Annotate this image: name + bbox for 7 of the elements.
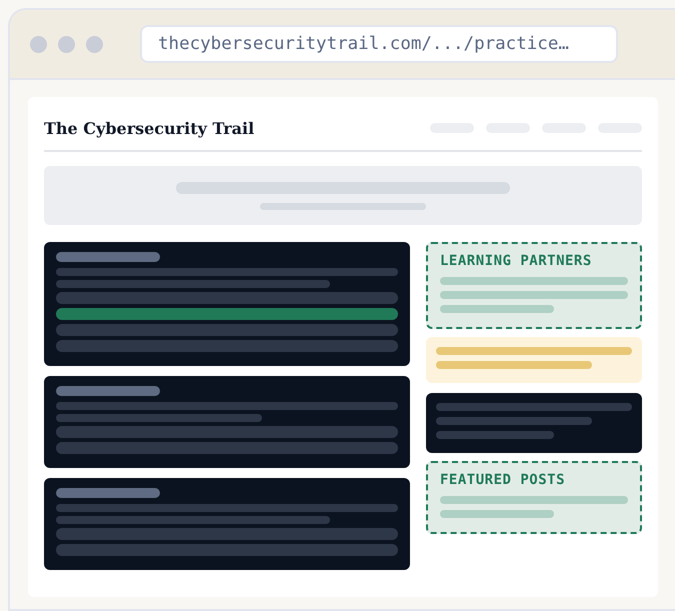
- address-bar[interactable]: thecybersecuritytrail.com/.../practice…: [140, 25, 618, 63]
- section-heading: FEATURED POSTS: [440, 472, 566, 488]
- window-dot-icon[interactable]: [58, 36, 75, 52]
- site-title: The Cybersecurity Trail: [44, 119, 254, 138]
- section-heading: LEARNING PARTNERS: [440, 253, 593, 269]
- window-dot-icon[interactable]: [86, 36, 103, 52]
- window-dot-icon[interactable]: [30, 36, 47, 52]
